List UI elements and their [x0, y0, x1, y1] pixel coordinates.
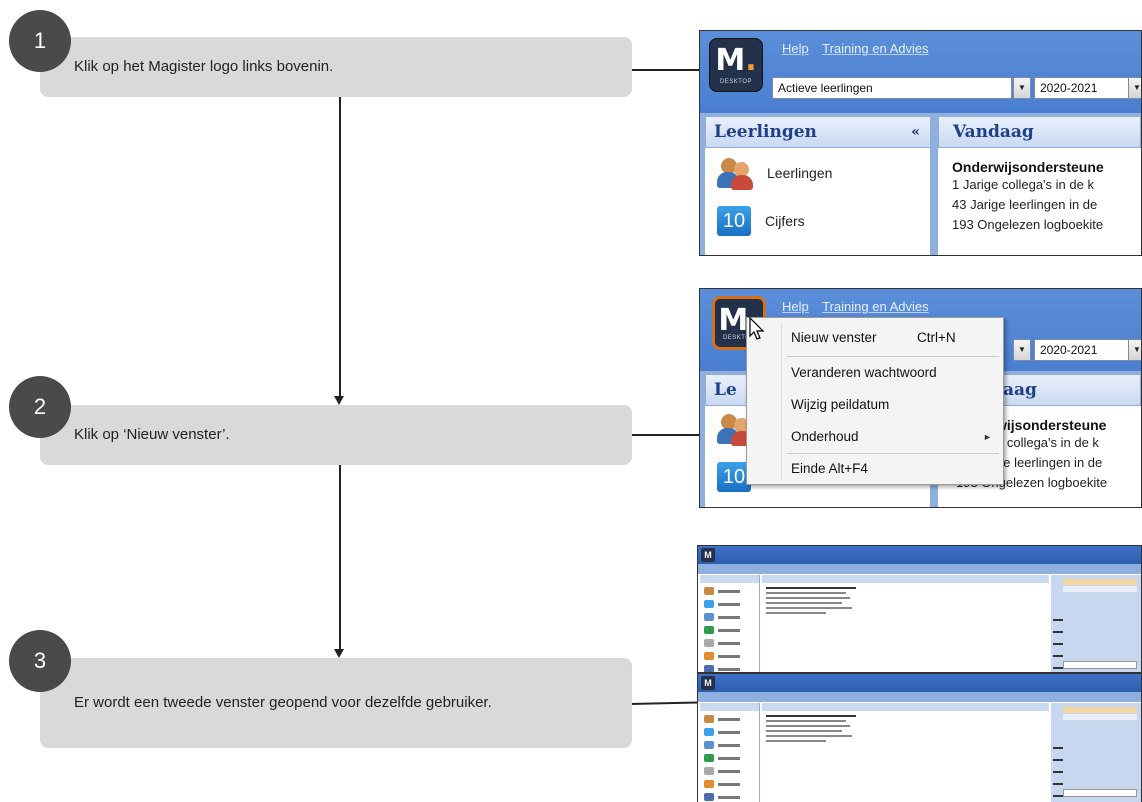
group-select[interactable]: Actieve leerlingen	[772, 77, 1012, 99]
screenshot-window-1: M	[697, 545, 1142, 673]
grades-icon: 10	[717, 206, 751, 236]
chevron-down-icon[interactable]: ▼	[1013, 77, 1031, 99]
nav-item-leerlingen[interactable]: Leerlingen	[717, 156, 832, 190]
flow-arrow-2-3	[334, 649, 344, 658]
year-select[interactable]: 2020-2021	[1034, 77, 1130, 99]
connector-step-3	[631, 701, 698, 705]
year-select[interactable]: 2020-2021	[1034, 339, 1130, 361]
people-icon	[717, 156, 753, 190]
step-number-1: 1	[9, 10, 71, 72]
step-2-box: Klik op ‘Nieuw venster’.	[40, 405, 632, 465]
menu-help[interactable]: Help	[782, 299, 809, 314]
screenshot-window-2: M	[697, 673, 1142, 802]
chevron-down-icon[interactable]: ▼	[1128, 77, 1141, 99]
step-1-text: Klik op het Magister logo links bovenin.	[74, 58, 334, 75]
submenu-arrow-icon: ►	[983, 432, 992, 442]
pointer-cursor-icon	[749, 317, 765, 340]
step-3-box: Er wordt een tweede venster geopend voor…	[40, 658, 632, 748]
flow-line-2-3	[339, 465, 341, 649]
today-line[interactable]: 43 Jarige leerlingen in de	[952, 195, 1141, 215]
menu-item-nieuw-venster[interactable]: Nieuw venster	[791, 330, 877, 345]
screenshot-step-1: M. DESKTOP Help Training en Advies Actie…	[699, 30, 1142, 256]
app-menu: Help Training en Advies	[782, 41, 939, 56]
step-2-text: Klik op ‘Nieuw venster’.	[74, 426, 230, 443]
flow-line-1-2	[339, 97, 341, 396]
step-number-3: 3	[9, 630, 71, 692]
chevron-down-icon[interactable]: ▼	[1128, 339, 1141, 361]
menu-item-veranderen-wachtwoord[interactable]: Veranderen wachtwoord	[791, 365, 937, 380]
menu-help[interactable]: Help	[782, 41, 809, 56]
today-line[interactable]: ge leerlingen in de	[996, 453, 1141, 473]
menu-training[interactable]: Training en Advies	[822, 299, 928, 314]
screenshot-step-2: M. DESKTOP Help Training en Advies ▼ 202…	[699, 288, 1142, 508]
menu-item-einde[interactable]: Einde Alt+F4	[791, 461, 868, 476]
step-number-2: 2	[9, 376, 71, 438]
today-line[interactable]: e collega's in de k	[996, 433, 1141, 453]
today-title: wijsondersteune	[996, 417, 1107, 433]
today-title: Onderwijsondersteune	[952, 159, 1104, 175]
nav-item-cijfers[interactable]: 10 Cijfers	[717, 206, 805, 236]
nav-header: Leerlingen «	[705, 116, 931, 148]
app-menu: Help Training en Advies	[782, 299, 939, 314]
step-1-box: Klik op het Magister logo links bovenin.	[40, 37, 632, 97]
connector-step-1	[632, 69, 700, 71]
connector-step-2	[632, 434, 700, 436]
today-line[interactable]: 193 Ongelezen logboekite	[952, 215, 1141, 235]
step-3-text: Er wordt een tweede venster geopend voor…	[74, 694, 492, 711]
menu-training[interactable]: Training en Advies	[822, 41, 928, 56]
menu-item-wijzig-peildatum[interactable]: Wijzig peildatum	[791, 397, 889, 412]
today-line[interactable]: 1 Jarige collega's in de k	[952, 175, 1141, 195]
logo-context-menu: Nieuw venster Ctrl+N Veranderen wachtwoo…	[746, 317, 1004, 485]
chevron-down-icon[interactable]: ▼	[1013, 339, 1031, 361]
shortcut-label: Ctrl+N	[917, 330, 956, 345]
flow-arrow-1-2	[334, 396, 344, 405]
today-header: Vandaag	[938, 116, 1141, 148]
collapse-icon[interactable]: «	[911, 117, 920, 147]
menu-item-onderhoud[interactable]: Onderhoud	[791, 429, 859, 444]
nav-panel: Leerlingen 10 Cijfers	[705, 148, 931, 255]
magister-logo[interactable]: M. DESKTOP	[709, 38, 763, 92]
today-panel: Onderwijsondersteune 1 Jarige collega's …	[938, 148, 1141, 255]
